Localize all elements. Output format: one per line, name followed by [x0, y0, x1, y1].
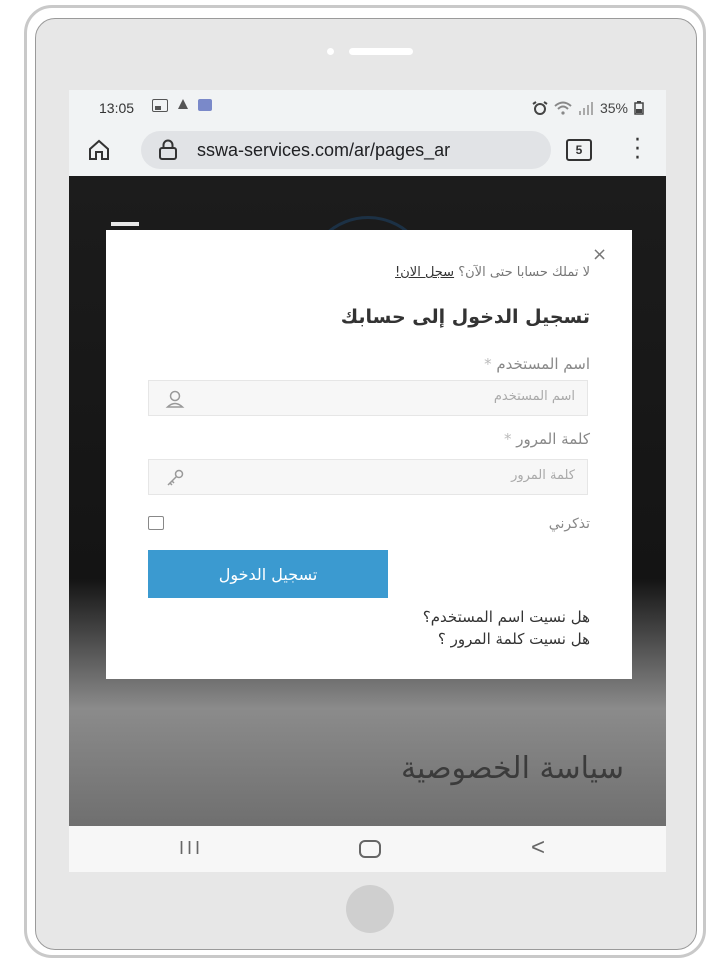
android-nav-bar: III < — [69, 826, 666, 872]
notification-icon — [178, 99, 188, 109]
remember-me-label: تذكرني — [548, 516, 590, 532]
modal-title: تسجيل الدخول إلى حسابك — [340, 306, 590, 328]
browser-toolbar: sswa-services.com/ar/pages_ar 5 · · · — [69, 126, 666, 176]
password-label-text: كلمة المرور — [516, 430, 590, 448]
url-bar[interactable]: sswa-services.com/ar/pages_ar — [141, 131, 551, 169]
password-field[interactable] — [148, 459, 588, 495]
speaker-grille — [349, 48, 413, 55]
status-right-icons: 35% — [532, 100, 644, 116]
tabs-count-button[interactable]: 5 — [566, 139, 592, 161]
status-time: 13:05 — [99, 100, 135, 116]
browser-home-icon[interactable] — [87, 138, 111, 162]
nav-back-button[interactable]: < — [531, 834, 545, 862]
browser-menu-icon[interactable]: · · · — [634, 130, 641, 170]
signup-prompt: لا تملك حسابا حتى الآن؟ سجل الان! — [395, 265, 590, 280]
wifi-icon — [554, 101, 572, 115]
battery-icon — [634, 101, 644, 115]
login-button[interactable]: تسجيل الدخول — [148, 550, 388, 598]
menu-icon[interactable] — [111, 222, 139, 226]
forgot-username-link[interactable]: هل نسيت اسم المستخدم؟ — [423, 608, 590, 626]
device-home-button[interactable] — [346, 885, 394, 933]
recent-apps-button[interactable]: III — [179, 838, 203, 859]
signup-prompt-text: لا تملك حسابا حتى الآن؟ — [458, 265, 590, 280]
status-left-icons — [152, 98, 212, 112]
message-icon — [198, 99, 212, 111]
forgot-password-link[interactable]: هل نسيت كلمة المرور ؟ — [438, 630, 590, 648]
front-camera — [327, 48, 334, 55]
username-label-text: اسم المستخدم — [496, 355, 590, 373]
username-input[interactable] — [213, 388, 577, 405]
username-field[interactable] — [148, 380, 588, 416]
key-icon — [167, 469, 184, 486]
status-bar: 13:05 35% — [69, 90, 666, 126]
signup-link[interactable]: سجل الان! — [395, 265, 454, 280]
user-icon — [165, 390, 185, 408]
signal-icon — [578, 102, 593, 115]
required-mark: * — [503, 430, 512, 448]
nav-home-button[interactable] — [359, 840, 381, 858]
close-icon[interactable]: × — [592, 244, 607, 265]
password-input[interactable] — [213, 467, 577, 484]
lock-icon[interactable] — [157, 139, 179, 161]
page-heading: سياسة الخصوصية — [400, 751, 624, 786]
gallery-icon — [152, 98, 168, 112]
login-modal: × لا تملك حسابا حتى الآن؟ سجل الان! تسجي… — [106, 230, 632, 679]
required-mark: * — [484, 355, 492, 373]
remember-me-checkbox[interactable] — [148, 516, 164, 530]
username-label: اسم المستخدم * — [484, 355, 590, 373]
url-text[interactable]: sswa-services.com/ar/pages_ar — [197, 140, 542, 161]
password-label: كلمة المرور * — [504, 430, 590, 448]
alarm-icon — [532, 101, 548, 115]
battery-percent: 35% — [599, 100, 628, 116]
